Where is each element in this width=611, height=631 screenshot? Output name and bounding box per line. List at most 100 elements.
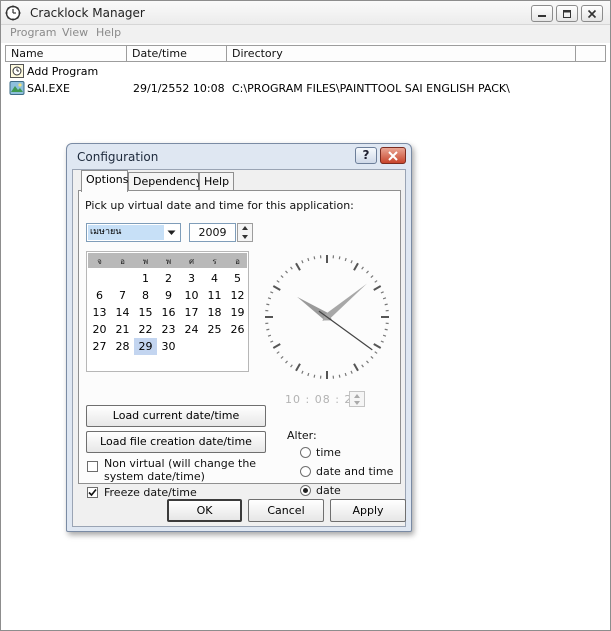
apply-button[interactable]: Apply (330, 499, 406, 522)
spin-up-icon[interactable] (238, 224, 252, 232)
calendar-weekday-header: จ อ พ พ ศ ร อ (88, 253, 247, 268)
weekday-label: พ (165, 257, 172, 266)
chevron-down-icon[interactable] (164, 225, 179, 240)
calendar-day[interactable]: 19 (226, 304, 249, 321)
alter-label: Alter: (287, 429, 317, 442)
non-virtual-label: Non virtual (will change the system date… (104, 457, 257, 483)
tab-options[interactable]: Options (81, 170, 128, 192)
weekday-label: อ (120, 257, 125, 266)
options-panel: Pick up virtual date and time for this a… (78, 190, 401, 499)
program-directory: C:\PROGRAM FILES\PAINTTOOL SAI ENGLISH P… (232, 82, 510, 95)
calendar-day[interactable]: 22 (134, 321, 157, 338)
menu-view[interactable]: View (62, 26, 88, 39)
calendar-day[interactable]: 17 (180, 304, 203, 321)
month-select[interactable]: เมษายน (86, 223, 181, 242)
menu-program[interactable]: Program (10, 26, 56, 39)
year-spinner[interactable] (237, 223, 253, 242)
calendar-day[interactable]: 28 (111, 338, 134, 355)
load-current-button[interactable]: Load current date/time (86, 405, 266, 427)
radio-time-label: time (316, 446, 341, 459)
minimize-icon (538, 14, 546, 17)
spin-down-icon[interactable] (238, 233, 252, 241)
radio-time[interactable] (300, 447, 311, 458)
column-directory[interactable]: Directory (227, 46, 576, 61)
calendar-day[interactable]: 7 (111, 287, 134, 304)
time-spinner[interactable] (349, 391, 365, 407)
load-file-button[interactable]: Load file creation date/time (86, 431, 266, 453)
analog-clock[interactable] (263, 253, 391, 381)
radio-date-and-time-label: date and time (316, 465, 394, 478)
weekday-label: พ (142, 257, 149, 266)
checkmark-icon (88, 488, 97, 497)
close-icon (587, 9, 597, 18)
program-name: SAI.EXE (27, 82, 70, 95)
calendar-day[interactable]: 6 (88, 287, 111, 304)
radio-date[interactable] (300, 485, 311, 496)
close-button[interactable] (581, 5, 603, 22)
tab-help[interactable]: Help (199, 172, 234, 191)
year-field[interactable]: 2009 (189, 223, 236, 242)
calendar-day[interactable]: 25 (203, 321, 226, 338)
title-bar[interactable]: Cracklock Manager (1, 1, 610, 25)
tab-dependency[interactable]: Dependency (128, 172, 202, 191)
calendar-day[interactable]: 18 (203, 304, 226, 321)
spin-up-icon[interactable] (350, 392, 364, 399)
minimize-button[interactable] (531, 5, 553, 22)
calendar-day[interactable]: 26 (226, 321, 249, 338)
calendar-day[interactable]: 14 (111, 304, 134, 321)
restore-icon (563, 9, 571, 18)
list-item[interactable]: Add Program (5, 63, 205, 79)
calendar-day[interactable]: 13 (88, 304, 111, 321)
calendar-day[interactable]: 10 (180, 287, 203, 304)
calendar-day[interactable]: 30 (157, 338, 180, 355)
column-name[interactable]: Name (6, 46, 127, 61)
calendar-day[interactable]: 27 (88, 338, 111, 355)
dialog-close-button[interactable] (380, 147, 406, 164)
calendar[interactable]: จ อ พ พ ศ ร อ 1 2 3 4 5 6 7 8 9 10 11 12 13 14 15 16 17 1… (86, 251, 249, 372)
calendar-day[interactable]: 9 (157, 287, 180, 304)
menu-help[interactable]: Help (96, 26, 121, 39)
radio-date-label: date (316, 484, 341, 497)
close-icon (388, 150, 398, 161)
radio-date-and-time[interactable] (300, 466, 311, 477)
add-program-icon (9, 63, 25, 79)
ok-button[interactable]: OK (167, 499, 242, 522)
calendar-day[interactable]: 11 (203, 287, 226, 304)
calendar-day[interactable]: 2 (157, 270, 180, 287)
calendar-day[interactable]: 29 (134, 338, 157, 355)
spin-down-icon[interactable] (350, 399, 364, 406)
calendar-day[interactable]: 21 (111, 321, 134, 338)
clock-icon (5, 5, 21, 21)
month-value: เมษายน (88, 225, 164, 240)
table-row[interactable]: SAI.EXE 29/1/2552 10:08 C:\PROGRAM FILES… (5, 80, 606, 96)
year-value: 2009 (198, 226, 227, 239)
calendar-day[interactable]: 1 (134, 270, 157, 287)
calendar-day[interactable]: 16 (157, 304, 180, 321)
non-virtual-checkbox[interactable] (87, 461, 98, 472)
column-datetime[interactable]: Date/time (127, 46, 227, 61)
calendar-day[interactable]: 15 (134, 304, 157, 321)
prompt-text: Pick up virtual date and time for this a… (85, 199, 354, 212)
menu-bar: Program View Help (1, 25, 610, 43)
weekday-label: จ (97, 257, 102, 266)
dialog-help-button[interactable]: ? (355, 147, 377, 164)
calendar-days: 1 2 3 4 5 6 7 8 9 10 11 12 13 14 15 16 17 18 19 20 21 22 23 24 2… (88, 268, 249, 370)
calendar-day[interactable]: 20 (88, 321, 111, 338)
freeze-label: Freeze date/time (104, 486, 197, 499)
calendar-day[interactable]: 4 (203, 270, 226, 287)
calendar-day[interactable]: 23 (157, 321, 180, 338)
calendar-day[interactable]: 5 (226, 270, 249, 287)
freeze-checkbox[interactable] (87, 487, 98, 498)
weekday-label: ศ (188, 257, 195, 266)
calendar-day[interactable]: 8 (134, 287, 157, 304)
clock-face-icon (265, 255, 389, 379)
calendar-day[interactable]: 12 (226, 287, 249, 304)
maximize-button[interactable] (556, 5, 578, 22)
question-icon: ? (362, 148, 370, 162)
list-header: Name Date/time Directory (5, 45, 606, 62)
calendar-day[interactable]: 3 (180, 270, 203, 287)
dialog-body: Options Dependency Help Pick up virtual … (72, 169, 406, 527)
weekday-label: ร (212, 257, 217, 266)
cancel-button[interactable]: Cancel (248, 499, 324, 522)
calendar-day[interactable]: 24 (180, 321, 203, 338)
